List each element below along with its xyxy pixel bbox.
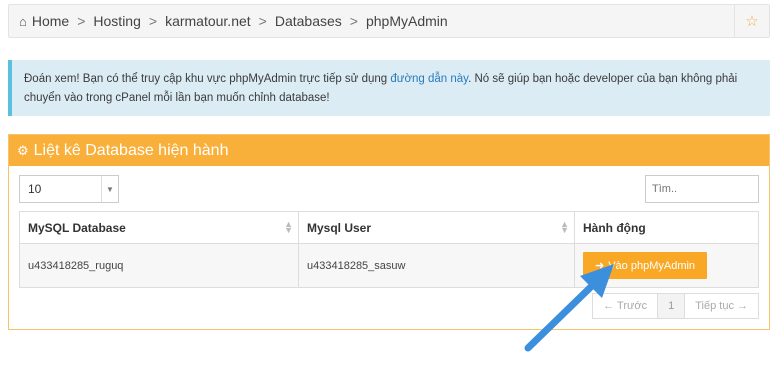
sort-icon: ▲ ▼ xyxy=(284,219,293,235)
column-label: Mysql User xyxy=(307,220,372,235)
open-phpmyadmin-label: Vào phpMyAdmin xyxy=(608,259,696,272)
search-input[interactable] xyxy=(645,175,759,203)
table-row: u433418285_ruguq u433418285_sasuw ➜ Vào … xyxy=(19,243,759,288)
breadcrumb: ⌂ Home > Hosting > karmatour.net > Datab… xyxy=(8,4,770,38)
alert-link[interactable]: đường dẫn này xyxy=(390,73,468,85)
column-label: Hành động xyxy=(583,220,646,235)
pagination-page[interactable]: 1 xyxy=(657,294,686,318)
database-panel: ⚙ Liệt kê Database hiện hành 10 ▼ MySQL … xyxy=(8,134,770,330)
pagination-next[interactable]: Tiếp tục → xyxy=(685,294,758,318)
page-length-value: 10 xyxy=(28,182,42,196)
page-length-select[interactable]: 10 ▼ xyxy=(19,175,119,203)
breadcrumb-separator: > xyxy=(148,13,158,29)
breadcrumb-databases[interactable]: Databases xyxy=(275,13,342,29)
info-alert: Đoán xem! Bạn có thể truy cập khu vực ph… xyxy=(8,60,770,116)
cogs-icon: ⚙ xyxy=(17,142,29,158)
home-icon[interactable]: ⌂ xyxy=(19,14,27,29)
column-header-action: Hành động xyxy=(574,211,759,244)
breadcrumb-home[interactable]: Home xyxy=(32,13,69,29)
breadcrumb-hosting[interactable]: Hosting xyxy=(93,13,140,29)
breadcrumb-domain[interactable]: karmatour.net xyxy=(165,13,251,29)
chevron-down-icon: ▼ xyxy=(101,176,118,202)
breadcrumb-current: phpMyAdmin xyxy=(365,13,448,29)
breadcrumb-separator: > xyxy=(258,13,267,29)
column-label: MySQL Database xyxy=(28,220,126,235)
breadcrumb-separator: > xyxy=(349,13,358,29)
sort-icon: ▲ ▼ xyxy=(560,219,569,235)
alert-text-before: Đoán xem! Bạn có thể truy cập khu vực ph… xyxy=(24,73,391,85)
panel-header: ⚙ Liệt kê Database hiện hành xyxy=(9,135,769,166)
database-table: MySQL Database ▲ ▼ Mysql User ▲ ▼ Hành độn… xyxy=(19,211,759,288)
favorite-button[interactable]: ☆ xyxy=(734,5,769,37)
pointer-arrow xyxy=(524,264,614,352)
breadcrumb-separator: > xyxy=(77,13,86,29)
star-icon: ☆ xyxy=(745,13,759,30)
column-header-database[interactable]: MySQL Database ▲ ▼ xyxy=(19,211,299,244)
column-header-user[interactable]: Mysql User ▲ ▼ xyxy=(298,211,575,244)
cell-database: u433418285_ruguq xyxy=(19,243,299,288)
panel-title: Liệt kê Database hiện hành xyxy=(33,141,229,159)
